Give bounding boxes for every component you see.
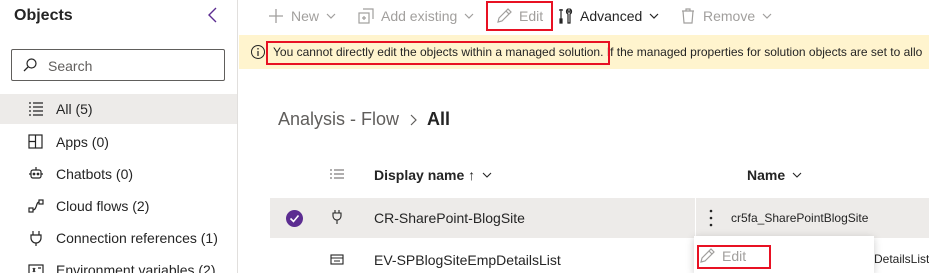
sidebar-item-apps[interactable]: Apps (0) [0,127,237,157]
chevron-down-icon [792,172,802,178]
list-icon [330,169,344,179]
sidebar-item-label: All (5) [56,101,93,117]
name-header-label: Name [747,167,786,183]
add-existing-button[interactable]: Add existing [357,4,475,28]
search-input[interactable]: Search [11,49,225,81]
display-name-header-label: Display name ↑ [374,167,476,183]
chevron-down-icon [482,172,492,178]
row-name: cr5fa_SharePointBlogSite [731,211,869,225]
sidebar-item-label: Chatbots (0) [56,166,134,182]
sidebar-item-label: Apps (0) [56,134,109,150]
edit-highlight-box [486,1,553,31]
collapse-chevron-icon[interactable] [205,5,221,25]
sidebar-item-label: Connection references (1) [56,230,218,246]
advanced-button[interactable]: Advanced [556,4,660,28]
plus-icon [269,9,283,23]
sidebar-item-label: Cloud flows (2) [56,198,150,214]
breadcrumb-parent[interactable]: Analysis - Flow [278,109,399,130]
row-display-name[interactable]: CR-SharePoint-BlogSite [374,210,525,226]
chevron-down-icon [762,13,772,19]
banner-rest-text: If the managed properties for solution o… [606,45,923,59]
add-existing-label: Add existing [381,8,458,24]
trash-icon [682,8,694,24]
column-header-display-name[interactable]: Display name ↑ [374,160,493,190]
sidebar-item-cloud-flows[interactable]: Cloud flows (2) [0,191,237,221]
sidebar-title: Objects [14,7,73,24]
column-header-name[interactable]: Name [747,160,803,190]
chevron-down-icon [464,13,474,19]
plug-icon [330,209,344,225]
row-checkmark-icon[interactable] [286,210,303,227]
sidebar-item-chatbots[interactable]: Chatbots (0) [0,159,237,189]
new-button[interactable]: New [267,4,337,28]
context-edit-highlight-box [697,245,771,269]
new-label: New [291,8,320,24]
apps-icon [27,133,45,151]
chevron-right-icon [410,114,417,125]
sidebar-item-environment-variables[interactable]: Environment variables (2) [0,255,237,273]
plug-icon [27,229,45,247]
banner-highlight-box [266,41,610,65]
wrench-screwdriver-icon [559,8,573,24]
column-type-icon-header[interactable] [329,160,345,190]
search-icon [22,57,38,73]
command-bar: New Add existing Edit Advanced Remove [239,0,929,32]
breadcrumb-current: All [427,109,451,129]
variable-icon [27,261,45,273]
list-icon [27,100,45,118]
remove-label: Remove [703,8,756,24]
more-options-icon[interactable] [695,198,725,238]
chevron-down-icon [649,13,659,19]
table-row[interactable]: CR-SharePoint-BlogSite cr5fa_SharePointB… [270,198,929,238]
flow-icon [27,197,45,215]
row-display-name[interactable]: EV-SPBlogSiteEmpDetailsList [374,252,561,268]
add-existing-icon [358,8,374,24]
sidebar-item-all[interactable]: All (5) [0,94,237,124]
search-placeholder: Search [48,58,93,74]
objects-sidebar: Objects Search All (5) Apps (0) Chatbots… [0,0,238,273]
sidebar-item-connection-references[interactable]: Connection references (1) [0,223,237,253]
chatbot-icon [27,165,45,183]
variable-icon [330,251,344,267]
row-name: DetailsList [874,252,929,266]
advanced-label: Advanced [580,8,643,24]
remove-button[interactable]: Remove [679,4,773,28]
info-icon [250,44,266,60]
sidebar-item-label: Environment variables (2) [56,262,216,273]
chevron-down-icon [326,13,336,19]
breadcrumb: Analysis - Flow All [278,109,450,130]
